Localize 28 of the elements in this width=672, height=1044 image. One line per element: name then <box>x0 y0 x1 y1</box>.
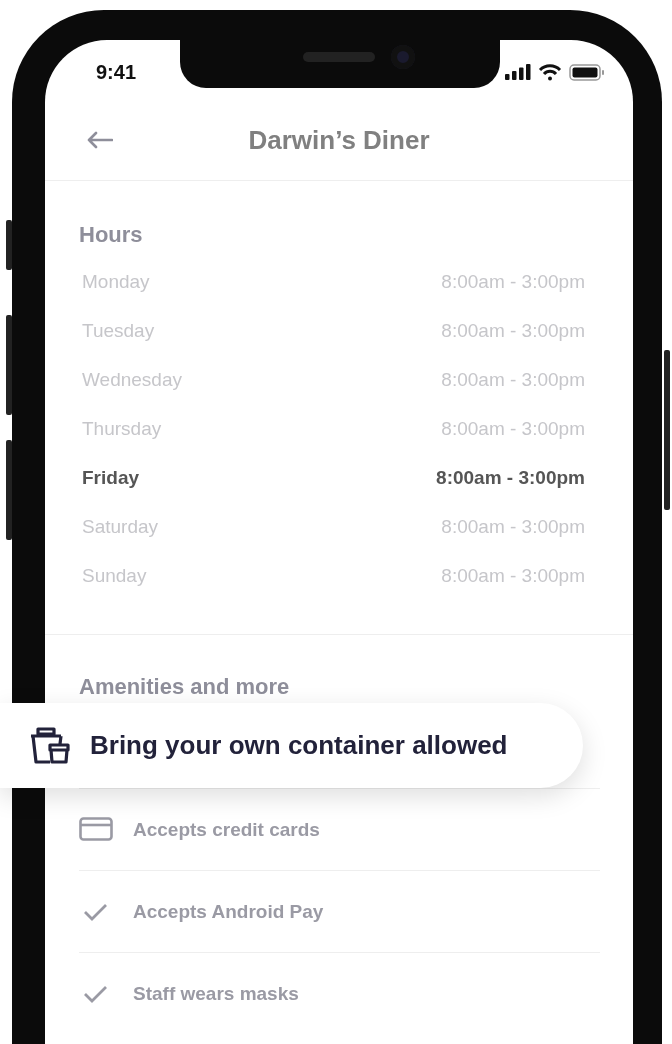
hours-label: 8:00am - 3:00pm <box>441 564 585 587</box>
battery-icon <box>569 63 605 81</box>
hours-label: 8:00am - 3:00pm <box>441 417 585 440</box>
amenity-label: Bring your own container allowed <box>90 730 508 761</box>
day-label: Thursday <box>82 417 162 440</box>
hours-label: 8:00am - 3:00pm <box>441 368 585 391</box>
credit-card-icon <box>79 816 113 843</box>
status-time: 9:41 <box>96 60 137 84</box>
day-label: Tuesday <box>82 319 155 342</box>
signal-icon <box>505 64 531 80</box>
day-label: Saturday <box>82 515 159 538</box>
amenity-label: Staff wears masks <box>133 982 299 1005</box>
hours-label: 8:00am - 3:00pm <box>441 515 585 538</box>
hours-label: 8:00am - 3:00pm <box>436 466 585 489</box>
day-label: Wednesday <box>82 368 182 391</box>
restaurant-title: Darwin’s Diner <box>247 124 431 156</box>
food-container-icon <box>28 726 70 765</box>
section-heading: Amenities and more <box>79 673 291 701</box>
section-heading: Hours <box>79 221 144 249</box>
amenity-label: Accepts Android Pay <box>133 900 324 923</box>
hours-label: 8:00am - 3:00pm <box>441 270 585 293</box>
hours-label: 8:00am - 3:00pm <box>441 319 585 342</box>
amenity-label: Accepts credit cards <box>133 818 320 841</box>
day-label: Friday <box>82 466 140 489</box>
day-label: Monday <box>82 270 150 293</box>
day-label: Sunday <box>82 564 147 587</box>
back-arrow-icon[interactable] <box>87 131 113 149</box>
wifi-icon <box>538 63 562 81</box>
